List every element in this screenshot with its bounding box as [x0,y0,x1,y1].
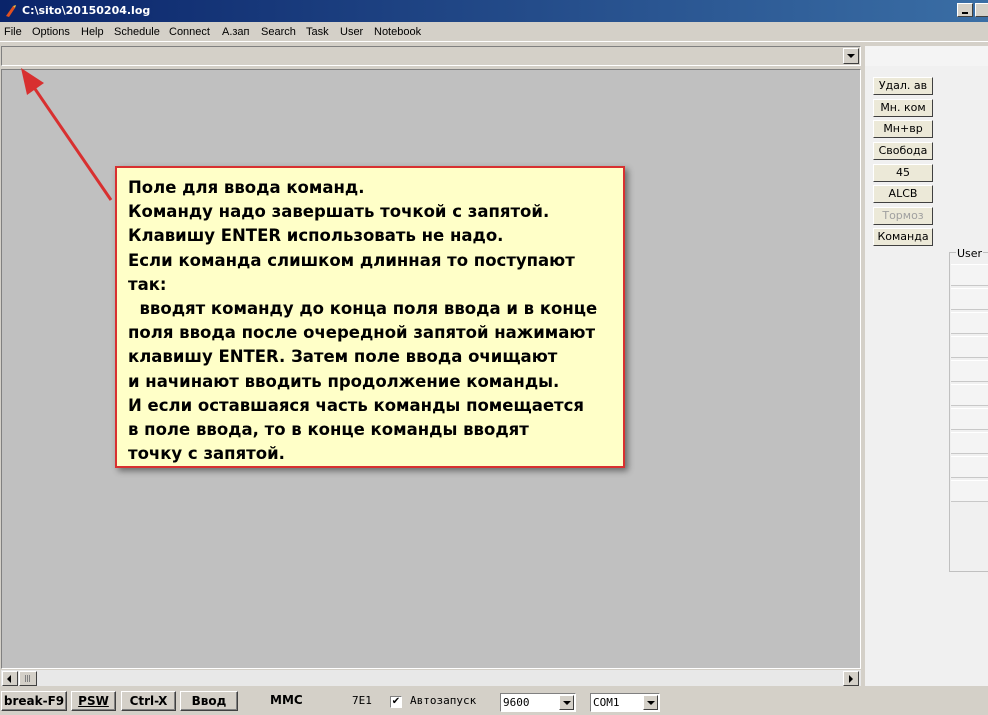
user-slot[interactable] [951,264,988,286]
mode-text: MMC [270,693,303,707]
autostart-label: Автозапуск [410,694,477,707]
value-45-button[interactable]: 45 [873,164,933,182]
user-slot[interactable] [951,432,988,454]
delete-emergency-button[interactable]: Удал. ав [873,77,933,95]
callout-line: клавишу ENTER. Затем поле ввода очищают [128,347,558,367]
break-f9-button[interactable]: break-F9 [1,691,67,711]
baud-rate-select[interactable]: 9600 [500,693,576,712]
user-group-label: User [956,247,984,260]
user-slot[interactable] [951,312,988,334]
user-slot[interactable] [951,336,988,358]
vvod-button[interactable]: Ввод [180,691,238,711]
callout-line: И если оставшаяся часть команды помещает… [128,395,584,415]
command-history-dropdown[interactable] [843,48,859,64]
multi-command-button[interactable]: Мн. ком [873,99,933,117]
menu-search[interactable]: Search [261,26,296,38]
minimize-button[interactable] [957,3,973,17]
callout-line: поля ввода после очередной запятой нажим… [128,323,596,343]
callout-line: так: [128,274,167,294]
com-port-dropdown-button[interactable] [643,695,658,710]
callout-line: Если команда слишком длинная то поступаю… [128,250,575,270]
menu-user[interactable]: User [340,26,363,38]
instruction-callout: Поле для ввода команд. Команду надо заве… [115,166,625,468]
callout-line: Команду надо завершать точкой с запятой. [128,202,550,222]
menu-a-zap[interactable]: A.зап [222,26,250,38]
menu-task[interactable]: Task [306,26,329,38]
app-icon [6,5,16,17]
arrow-left-icon [7,675,11,683]
com-port-value: COM1 [593,696,620,709]
psw-button[interactable]: PSW [71,691,116,711]
svoboda-button[interactable]: Свобода [873,142,933,160]
user-slot[interactable] [951,360,988,382]
menu-help[interactable]: Help [81,26,104,38]
horizontal-scrollbar[interactable] [1,669,861,686]
multi-time-button[interactable]: Мн+вр [873,120,933,138]
callout-line: точку с запятой. [128,444,285,464]
checkmark-icon: ✔ [391,696,401,707]
grip-icon [25,675,31,682]
parity-text: 7E1 [352,694,372,707]
menu-file[interactable]: File [4,26,22,38]
tormoz-button[interactable]: Тормоз [873,207,933,225]
menu-connect[interactable]: Connect [169,26,210,38]
window-title: C:\sito\20150204.log [22,4,151,17]
komanda-button[interactable]: Команда [873,228,933,246]
maximize-button[interactable] [975,3,988,17]
baud-rate-value: 9600 [503,696,530,709]
callout-line: в поле ввода, то в конце команды вводят [128,420,529,440]
scroll-right-button[interactable] [843,671,859,686]
callout-line: и начинают вводить продолжение команды. [128,371,560,391]
ctrl-x-button[interactable]: Ctrl-X [121,691,176,711]
baud-dropdown-button[interactable] [559,695,574,710]
callout-line: Поле для ввода команд. [128,178,365,197]
user-slot[interactable] [951,456,988,478]
menu-notebook[interactable]: Notebook [374,26,421,38]
alcb-button[interactable]: ALCB [873,185,933,203]
right-header-area [865,46,988,66]
menu-bar: File Options Help Schedule Connect A.зап… [0,22,988,42]
command-combo[interactable] [1,46,861,66]
user-slot[interactable] [951,480,988,502]
title-bar: C:\sito\20150204.log [0,0,988,22]
status-bar: break-F9 PSW Ctrl-X Ввод MMC 7E1 ✔ Автоз… [0,688,988,715]
callout-line: Клавишу ENTER использовать не надо. [128,226,504,246]
chevron-down-icon [563,701,571,705]
user-slot[interactable] [951,408,988,430]
minimize-icon [962,12,968,14]
autostart-checkbox[interactable]: ✔ [390,696,402,708]
chevron-down-icon [647,701,655,705]
user-slot[interactable] [951,384,988,406]
scroll-left-button[interactable] [2,671,18,686]
user-slot[interactable] [951,288,988,310]
callout-line: вводят команду до конца поля ввода и в к… [128,299,598,319]
com-port-select[interactable]: COM1 [590,693,660,712]
arrow-right-icon [849,675,853,683]
command-input[interactable] [3,48,843,64]
scroll-thumb[interactable] [19,671,37,686]
chevron-down-icon [847,54,855,58]
menu-schedule[interactable]: Schedule [114,26,160,38]
right-panel: Удал. ав Мн. ком Мн+вр Свобода 45 ALCB Т… [865,66,988,686]
menu-options[interactable]: Options [32,26,70,38]
